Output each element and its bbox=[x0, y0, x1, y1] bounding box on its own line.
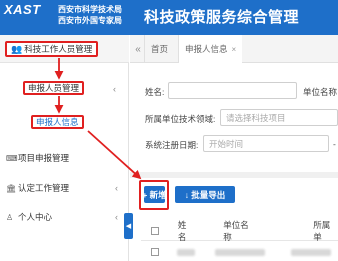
sidebar-item-personal-center[interactable]: ♙ 个人中心 ‹ bbox=[0, 209, 128, 225]
batch-export-label: ↓ 批量导出 bbox=[184, 189, 226, 200]
add-button-label: + 新增 bbox=[142, 189, 167, 200]
chevron-left-icon: ‹ bbox=[115, 212, 118, 222]
add-button[interactable]: + 新增 bbox=[142, 186, 167, 203]
table-header: 姓名 单位名称 所属单 bbox=[141, 219, 338, 242]
sidebar-collapse-toggle[interactable]: ◀ bbox=[124, 213, 133, 239]
main-content: « 首页 申报人信息 × 姓名: 单位名称 所属单位技术领域: 请选择科技项目 … bbox=[130, 35, 338, 261]
menu-item-applicant-info-label: 申报人信息 bbox=[36, 117, 79, 127]
tab-applicant-info[interactable]: 申报人信息 × bbox=[178, 35, 243, 63]
tab-scroll-left-button[interactable]: « bbox=[132, 35, 144, 63]
bank-icon: 🏛 bbox=[6, 183, 17, 193]
keyboard-icon: ⌨ bbox=[6, 153, 18, 163]
org-line-2: 西安市外国专家局 bbox=[58, 16, 122, 25]
submenu-applicant-management-label: 申报人员管理 bbox=[28, 83, 80, 93]
org-line-1: 西安市科学技术局 bbox=[58, 5, 122, 14]
name-input[interactable] bbox=[168, 82, 297, 99]
sidebar-item-label: 个人中心 bbox=[18, 212, 53, 222]
field-label: 所属单位技术领域: bbox=[145, 114, 216, 124]
redacted-name bbox=[177, 248, 195, 256]
row-checkbox[interactable] bbox=[151, 248, 159, 256]
close-icon[interactable]: × bbox=[232, 45, 237, 54]
app-title: 科技政策服务综合管理 bbox=[144, 9, 300, 26]
sidebar-item-project-application[interactable]: ⌨ 项目申报管理 bbox=[0, 150, 128, 166]
xast-logo: XAST bbox=[4, 2, 41, 17]
sidebar: 👥 科技工作人员管理 申报人员管理 ‹ 申报人信息 ⌨ 项目申报管理 🏛 认定工… bbox=[0, 35, 129, 261]
select-all-checkbox[interactable] bbox=[151, 226, 159, 235]
field-select[interactable]: 请选择科技项目 bbox=[220, 109, 338, 126]
chevron-left-icon: ‹ bbox=[115, 183, 118, 193]
users-icon: 👥 bbox=[11, 43, 23, 54]
regdate-label: 系统注册日期: bbox=[145, 140, 199, 150]
menu-tech-staff-label: 科技工作人员管理 bbox=[24, 44, 93, 54]
column-header-name: 姓名 bbox=[177, 219, 187, 242]
app-header: XAST 西安市科学技术局 西安市外国专家局 科技政策服务综合管理 bbox=[0, 0, 338, 35]
sidebar-item-label: 认定工作管理 bbox=[18, 183, 70, 193]
sidebar-item-certification-management[interactable]: 🏛 认定工作管理 ‹ bbox=[0, 180, 128, 196]
user-icon: ♙ bbox=[6, 212, 14, 222]
batch-export-button[interactable]: ↓ 批量导出 bbox=[175, 186, 235, 203]
tab-bar: « 首页 申报人信息 × bbox=[130, 35, 338, 63]
sidebar-item-label: 项目申报管理 bbox=[18, 153, 70, 163]
column-header-field: 所属单 bbox=[313, 219, 331, 242]
submenu-applicant-management[interactable]: 申报人员管理 bbox=[23, 81, 85, 95]
name-label: 姓名: bbox=[145, 87, 165, 97]
menu-item-applicant-info[interactable]: 申报人信息 bbox=[31, 115, 84, 129]
menu-tech-staff-management[interactable]: 👥 科技工作人员管理 bbox=[5, 41, 99, 57]
section-divider bbox=[130, 172, 338, 178]
tab-home[interactable]: 首页 bbox=[144, 35, 174, 63]
redacted-unit bbox=[215, 248, 265, 256]
tab-home-label: 首页 bbox=[151, 44, 169, 54]
regdate-separator: - bbox=[333, 139, 336, 149]
regdate-start-input[interactable]: 开始时间 bbox=[203, 135, 329, 152]
field-select-placeholder: 请选择科技项目 bbox=[226, 112, 286, 123]
tab-applicant-info-label: 申报人信息 bbox=[185, 44, 228, 54]
unit-name-label: 单位名称 bbox=[303, 87, 338, 97]
redacted-field bbox=[291, 248, 331, 256]
regdate-start-placeholder: 开始时间 bbox=[209, 138, 244, 149]
chevron-left-icon: ‹ bbox=[113, 84, 116, 94]
table-row[interactable] bbox=[141, 242, 338, 261]
column-header-unit: 单位名称 bbox=[223, 219, 249, 242]
